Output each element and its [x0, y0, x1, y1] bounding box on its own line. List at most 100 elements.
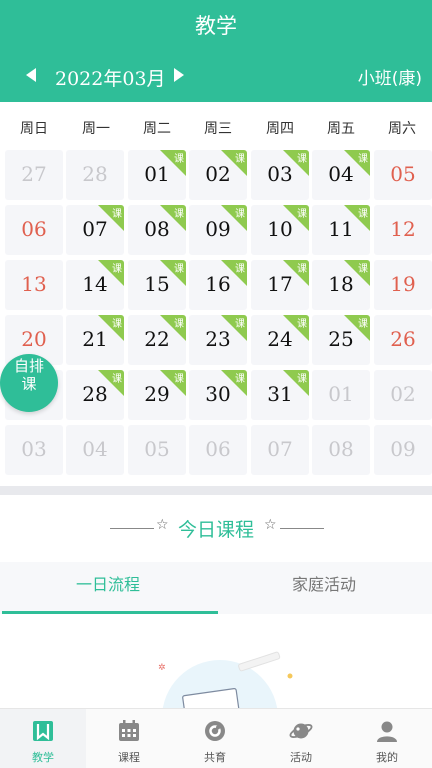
day-number: 09 [390, 437, 416, 461]
calendar-day[interactable]: 23 课 [189, 315, 247, 365]
fab-label: 自排课 [14, 357, 45, 393]
calendar-day[interactable]: 22 课 [128, 315, 186, 365]
tab-active-indicator [2, 611, 218, 614]
calendar-day[interactable]: 29 课 [128, 370, 186, 420]
nav-label: 活动 [290, 751, 312, 764]
course-tag: 课 [344, 315, 370, 341]
weekday-header: 周日 周一 周二 周三 周四 周五 周六 [0, 118, 432, 142]
calendar-day: 05 [128, 425, 186, 475]
course-tag: 课 [221, 205, 247, 231]
course-tag-label: 课 [174, 154, 184, 165]
day-number: 04 [82, 437, 108, 461]
svg-text:✲: ✲ [158, 663, 166, 673]
calendar-day[interactable]: 31 课 [251, 370, 309, 420]
calendar-day[interactable]: 24 课 [251, 315, 309, 365]
calendar-day[interactable]: 02 课 [189, 150, 247, 200]
calendar-day[interactable]: 10 课 [251, 205, 309, 255]
calendar-day[interactable]: 06 [5, 205, 63, 255]
nav-item-coparenting[interactable]: 共育 [172, 709, 258, 768]
star-icon: ☆ [264, 517, 277, 533]
month-label: 2022年03月 [55, 68, 166, 90]
calendar-day: 08 [312, 425, 370, 475]
tab-family-activity[interactable]: 家庭活动 [216, 562, 432, 614]
nav-label: 共育 [204, 751, 226, 764]
course-tag-label: 课 [174, 374, 184, 385]
course-tag-label: 课 [358, 319, 368, 330]
day-number: 27 [21, 162, 47, 186]
calendar-day[interactable]: 14 课 [66, 260, 124, 310]
nav-item-mine[interactable]: 我的 [344, 709, 430, 768]
calendar-day[interactable]: 01 课 [128, 150, 186, 200]
calendar-day[interactable]: 15 课 [128, 260, 186, 310]
day-number: 01 [328, 382, 354, 406]
self-schedule-button[interactable]: 自排课 [0, 354, 58, 412]
nav-label: 课程 [118, 751, 140, 764]
course-tag: 课 [160, 205, 186, 231]
bottom-nav: 教学 课程 共育 活动 我的 [0, 708, 432, 768]
person-icon [377, 721, 397, 742]
tab-daily-flow[interactable]: 一日流程 [0, 562, 216, 614]
calendar-day[interactable]: 26 [374, 315, 432, 365]
calendar-day[interactable]: 17 课 [251, 260, 309, 310]
calendar-day[interactable]: 03 课 [251, 150, 309, 200]
next-month-icon[interactable] [174, 68, 184, 82]
course-tag-label: 课 [174, 264, 184, 275]
course-tag-label: 课 [297, 264, 307, 275]
prev-month-icon[interactable] [26, 68, 36, 82]
day-number: 19 [390, 272, 416, 296]
course-tag: 课 [283, 260, 309, 286]
nav-item-activity[interactable]: 活动 [258, 709, 344, 768]
weekday-label: 周一 [82, 121, 110, 137]
class-selector[interactable]: 小班(康) [358, 64, 422, 89]
course-tag-label: 课 [235, 154, 245, 165]
day-number: 05 [144, 437, 170, 461]
day-number: 28 [82, 162, 108, 186]
nav-item-course[interactable]: 课程 [86, 709, 172, 768]
day-number: 08 [328, 437, 354, 461]
calendar-day[interactable]: 13 [5, 260, 63, 310]
day-number: 03 [21, 437, 47, 461]
calendar-day[interactable]: 18 课 [312, 260, 370, 310]
weekday-label: 周日 [20, 121, 48, 137]
calendar-day[interactable]: 28 课 [66, 370, 124, 420]
nav-label: 我的 [376, 751, 398, 764]
course-tag-label: 课 [235, 374, 245, 385]
calendar-day[interactable]: 19 [374, 260, 432, 310]
course-tag-label: 课 [112, 209, 122, 220]
course-tag-label: 课 [297, 374, 307, 385]
course-tag: 课 [221, 260, 247, 286]
weekday-label: 周四 [266, 121, 294, 137]
course-tabs: 一日流程 家庭活动 [0, 562, 432, 614]
calendar-icon [119, 720, 139, 741]
calendar-day[interactable]: 25 课 [312, 315, 370, 365]
weekday-label: 周三 [204, 121, 232, 137]
calendar-day: 04 [66, 425, 124, 475]
course-tag-label: 课 [297, 154, 307, 165]
calendar-day[interactable]: 30 课 [189, 370, 247, 420]
day-number: 06 [21, 217, 47, 241]
today-courses-header: ☆ 今日课程 ☆ [0, 515, 432, 541]
calendar-day[interactable]: 09 课 [189, 205, 247, 255]
nav-item-teaching[interactable]: 教学 [0, 709, 86, 768]
calendar-day[interactable]: 08 课 [128, 205, 186, 255]
calendar-day[interactable]: 07 课 [66, 205, 124, 255]
calendar-day: 03 [5, 425, 63, 475]
calendar-day[interactable]: 11 课 [312, 205, 370, 255]
day-number: 20 [21, 327, 47, 351]
course-tag: 课 [283, 150, 309, 176]
course-tag-label: 课 [358, 264, 368, 275]
top-header: 教学 2022年03月 小班(康) [0, 0, 432, 102]
course-tag-label: 课 [235, 319, 245, 330]
day-number: 26 [390, 327, 416, 351]
calendar-day[interactable]: 12 [374, 205, 432, 255]
calendar-day[interactable]: 04 课 [312, 150, 370, 200]
calendar-day: 06 [189, 425, 247, 475]
calendar-day[interactable]: 05 [374, 150, 432, 200]
course-tag: 课 [283, 370, 309, 396]
calendar-day[interactable]: 21 课 [66, 315, 124, 365]
nav-label: 教学 [32, 751, 54, 764]
course-tag: 课 [283, 205, 309, 231]
course-tag-label: 课 [297, 209, 307, 220]
calendar-day[interactable]: 16 课 [189, 260, 247, 310]
calendar-day: 27 [5, 150, 63, 200]
